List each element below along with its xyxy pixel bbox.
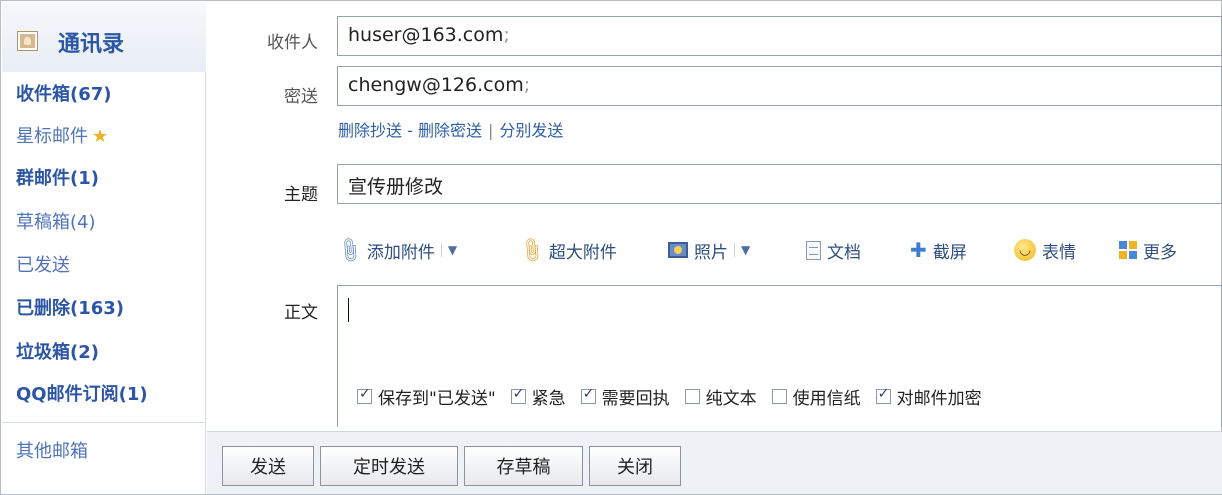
to-recipient[interactable]: huser@163.com — [348, 24, 503, 46]
sidebar-item-inbox[interactable]: 收件箱(67) — [16, 80, 112, 106]
to-field[interactable]: huser@163.com; — [337, 16, 1222, 56]
scheduled-send-button[interactable]: 定时发送 — [320, 446, 458, 486]
option-plain-text[interactable]: 纯文本 — [684, 384, 757, 409]
send-button[interactable]: 发送 — [222, 446, 314, 486]
more-label: 更多 — [1143, 242, 1177, 263]
attach-dropdown-icon[interactable]: ▼ — [440, 243, 457, 257]
encrypt-label: 对邮件加密 — [896, 389, 982, 409]
smiley-icon: ◡ — [1014, 239, 1036, 261]
document-button[interactable]: 文档 — [806, 236, 861, 264]
option-save-to-sent[interactable]: 保存到"已发送" — [357, 384, 496, 409]
contacts-header[interactable]: 通讯录 — [2, 2, 206, 72]
urgent-label: 紧急 — [531, 389, 566, 409]
sidebar-item-starred[interactable]: 星标邮件 ★ — [16, 122, 108, 148]
emoji-label: 表情 — [1042, 242, 1076, 263]
sidebar-item-drafts[interactable]: 草稿箱(4) — [16, 208, 96, 234]
star-icon: ★ — [92, 126, 109, 147]
save-draft-button[interactable]: 存草稿 — [464, 446, 583, 486]
body-label: 正文 — [284, 303, 318, 323]
plain-text-checkbox[interactable] — [684, 389, 700, 404]
save-to-sent-checkbox[interactable] — [357, 386, 372, 404]
remove-cc-link[interactable]: 删除抄送 — [338, 121, 402, 140]
compose-window: 通讯录 收件箱(67) 星标邮件 ★ 群邮件(1) 草稿箱(4) 已发送 已删除(… — [0, 0, 1222, 495]
subject-field[interactable]: 宣传册修改 — [337, 164, 1222, 204]
sidebar-item-other-mailboxes[interactable]: 其他邮箱 — [16, 437, 88, 463]
photo-label: 照片 — [694, 242, 728, 263]
to-separator: ; — [503, 24, 510, 46]
read-receipt-label: 需要回执 — [601, 389, 670, 409]
encrypt-checkbox[interactable] — [875, 386, 891, 404]
sidebar-item-group-mail[interactable]: 群邮件(1) — [16, 164, 99, 190]
option-encrypt[interactable]: 对邮件加密 — [875, 384, 982, 409]
sidebar-item-subscriptions[interactable]: QQ邮件订阅(1) — [16, 380, 148, 406]
compose-form: 收件人 huser@163.com; 密送 chengw@126.com; 删除… — [207, 2, 1222, 494]
sidebar-item-starred-label: 星标邮件 — [16, 126, 88, 147]
bcc-recipient[interactable]: chengw@126.com — [348, 74, 524, 96]
large-paperclip-icon: 📎︎ — [515, 234, 547, 266]
stationery-checkbox[interactable] — [771, 389, 787, 404]
option-stationery[interactable]: 使用信纸 — [771, 384, 861, 409]
subject-label: 主题 — [284, 185, 318, 205]
urgent-checkbox[interactable] — [510, 386, 526, 404]
grid-icon — [1119, 241, 1137, 259]
screenshot-icon: ✚ — [910, 238, 927, 262]
sidebar-divider — [2, 422, 206, 423]
send-options: 保存到"已发送" 紧急 需要回执 纯文本 使用信纸 对邮件加密 — [357, 384, 997, 409]
stationery-label: 使用信纸 — [792, 389, 861, 409]
big-attach-label: 超大附件 — [548, 242, 617, 263]
attach-button[interactable]: 📎︎ 添加附件 ▼ — [334, 235, 457, 266]
photo-button[interactable]: 照片 ▼ — [668, 236, 750, 264]
bcc-separator: ; — [523, 74, 531, 96]
document-icon — [806, 240, 821, 260]
sidebar: 通讯录 收件箱(67) 星标邮件 ★ 群邮件(1) 草稿箱(4) 已发送 已删除(… — [2, 2, 206, 494]
sidebar-item-sent[interactable]: 已发送 — [16, 251, 70, 277]
sidebar-item-deleted[interactable]: 已删除(163) — [16, 294, 124, 320]
read-receipt-checkbox[interactable] — [580, 386, 596, 404]
screenshot-button[interactable]: ✚ 截屏 — [910, 236, 967, 264]
send-separately-link[interactable]: 分别发送 — [499, 121, 563, 140]
text-cursor — [348, 298, 349, 322]
close-button[interactable]: 关闭 — [589, 446, 681, 486]
option-read-receipt[interactable]: 需要回执 — [580, 384, 670, 409]
photo-icon — [668, 242, 688, 258]
to-label: 收件人 — [267, 33, 318, 53]
sidebar-item-spam[interactable]: 垃圾箱(2) — [16, 338, 99, 364]
screenshot-label: 截屏 — [932, 242, 967, 263]
link-separator: | — [488, 121, 494, 140]
attach-label: 添加附件 — [366, 242, 435, 263]
emoji-button[interactable]: ◡ 表情 — [1014, 236, 1076, 264]
subject-value: 宣传册修改 — [348, 176, 444, 198]
big-attach-button[interactable]: 📎︎ 超大附件 — [516, 235, 617, 266]
action-bar: 发送 定时发送 存草稿 关闭 — [207, 431, 1222, 494]
option-urgent[interactable]: 紧急 — [510, 384, 566, 409]
plain-text-label: 纯文本 — [705, 389, 757, 409]
recipient-links: 删除抄送 - 删除密送 | 分别发送 — [338, 117, 563, 141]
save-to-sent-label: 保存到"已发送" — [378, 389, 496, 409]
link-dash: - — [407, 121, 413, 140]
more-button[interactable]: 更多 — [1119, 236, 1177, 264]
document-label: 文档 — [827, 242, 861, 263]
contacts-label[interactable]: 通讯录 — [58, 26, 124, 58]
bcc-label: 密送 — [284, 87, 318, 107]
paperclip-icon: 📎︎ — [333, 234, 365, 266]
remove-bcc-link[interactable]: 删除密送 — [418, 121, 482, 140]
bcc-field[interactable]: chengw@126.com; — [337, 66, 1222, 106]
contact-card-icon — [17, 31, 38, 51]
photo-dropdown-icon[interactable]: ▼ — [734, 243, 750, 257]
